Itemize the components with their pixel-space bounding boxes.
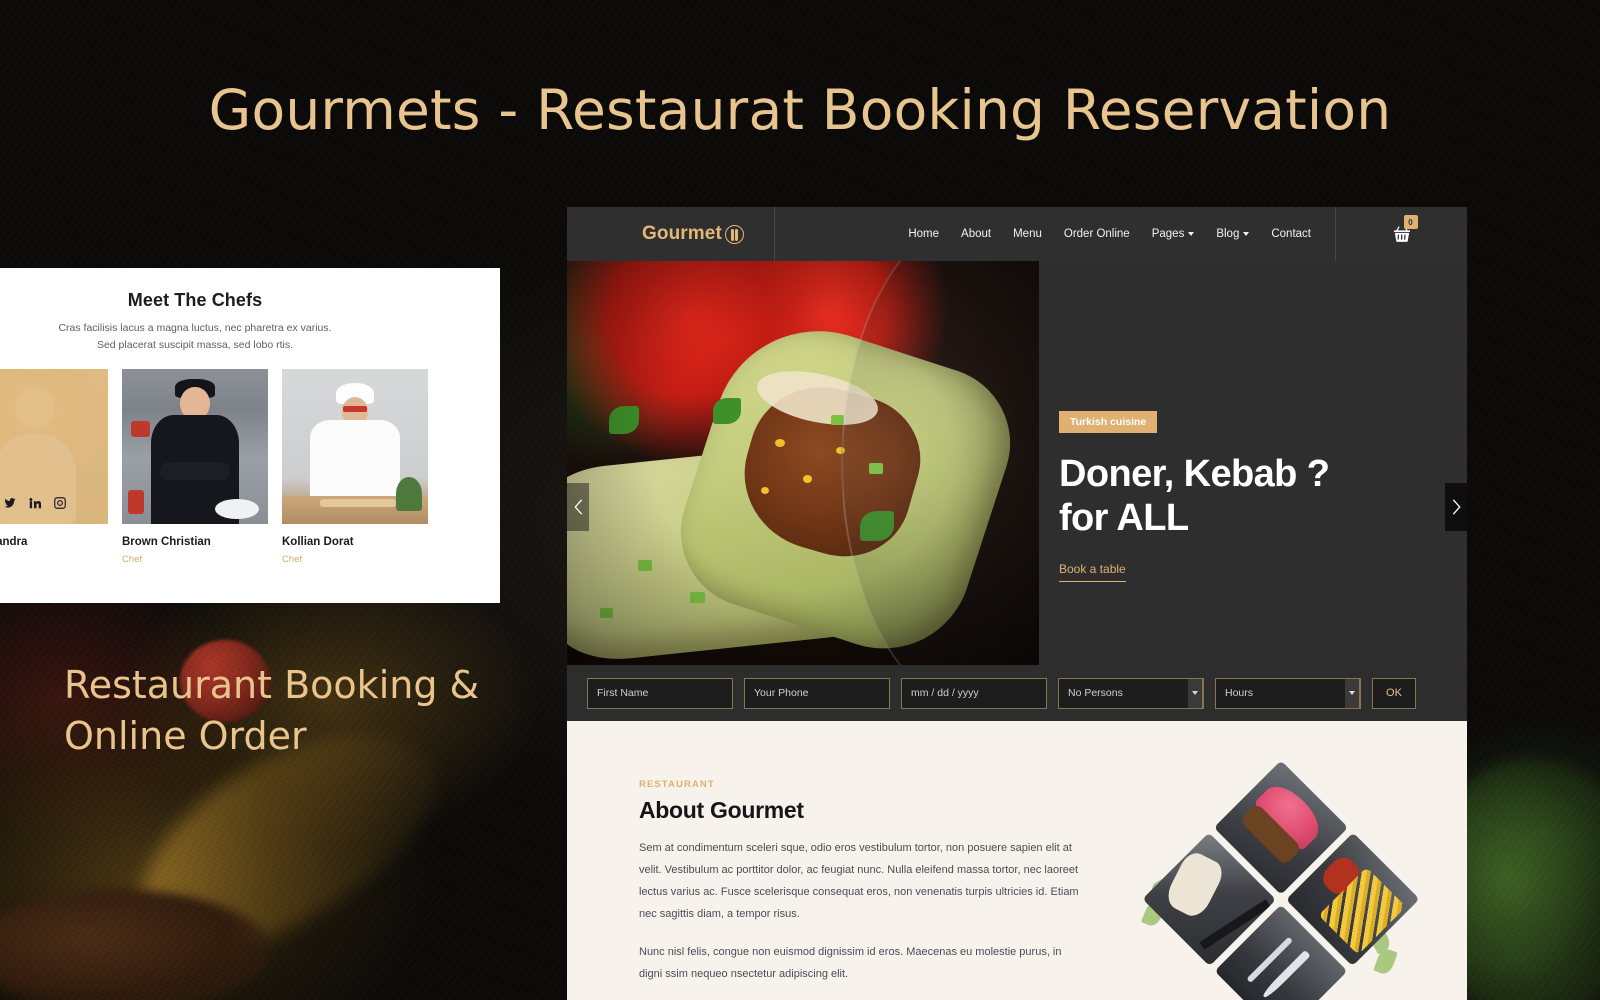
website-mockup: Gourmet Home About Menu Order Online Pag…	[567, 207, 1467, 1000]
promo-subtitle-line1: Restaurant Booking &	[64, 663, 480, 707]
nav-item-label: Home	[908, 228, 940, 240]
hero-content: Turkish cuisine Doner, Kebab ? for ALL B…	[1039, 261, 1467, 665]
chevron-down-icon	[1345, 677, 1360, 709]
slider-next-button[interactable]	[1445, 483, 1467, 531]
hero-heading-line1: Doner, Kebab ?	[1059, 453, 1330, 495]
chef-card[interactable]: Brown Christian Chef	[122, 368, 268, 565]
hours-select[interactable]: Hours	[1215, 677, 1361, 709]
cart-button[interactable]: 0	[1335, 207, 1467, 261]
chevron-down-icon	[1188, 677, 1203, 709]
chefs-grid: d Alexandra Chef Brown Christian Chef Ko…	[0, 368, 500, 565]
about-heading: About Gourmet	[639, 797, 804, 823]
book-a-table-link[interactable]: Book a table	[1059, 562, 1126, 583]
nav-item-about[interactable]: About	[961, 228, 991, 240]
slider-prev-button[interactable]	[567, 483, 589, 531]
chevron-right-icon	[1452, 499, 1461, 515]
chef-portrait-image	[282, 368, 428, 524]
nav-item-label: Blog	[1216, 228, 1240, 240]
nav-item-label: About	[961, 228, 992, 240]
kebab-decoration	[0, 890, 270, 1000]
persons-value: No Persons	[1068, 687, 1123, 699]
about-paragraph-1: Sem at condimentum sceleri sque, odio er…	[639, 842, 1079, 920]
promo-subtitle: Restaurant Booking & Online Order	[64, 660, 479, 763]
linkedin-icon[interactable]	[28, 496, 42, 510]
nav-item-blog[interactable]: Blog	[1216, 228, 1250, 240]
first-name-placeholder: First Name	[597, 687, 649, 699]
hero-slider: Turkish cuisine Doner, Kebab ? for ALL B…	[567, 261, 1467, 665]
chef-role: Chef	[282, 553, 303, 565]
meet-the-chefs-card: Meet The Chefs Cras facilisis lacus a ma…	[0, 268, 500, 603]
nav-item-menu[interactable]: Menu	[1013, 228, 1042, 240]
chef-name: Kollian Dorat	[282, 535, 354, 548]
chef-card[interactable]: d Alexandra Chef	[0, 368, 108, 565]
chevron-down-icon	[1243, 232, 1250, 236]
chef-social-links[interactable]	[0, 496, 108, 510]
phone-placeholder: Your Phone	[754, 687, 809, 699]
site-logo[interactable]: Gourmet	[567, 207, 775, 261]
chef-name: d Alexandra	[0, 535, 28, 548]
about-eyebrow: RESTAURANT	[639, 779, 715, 790]
chef-portrait-image	[122, 368, 268, 524]
twitter-icon[interactable]	[3, 496, 17, 510]
promo-subtitle-line2: Online Order	[64, 714, 307, 759]
hero-food-image	[567, 261, 1039, 665]
nav-item-label: Contact	[1271, 228, 1311, 240]
first-name-input[interactable]: First Name	[587, 677, 733, 709]
about-paragraph-2: Nunc nisl felis, congue non euismod dign…	[639, 946, 1062, 980]
chef-photo[interactable]	[282, 368, 428, 524]
hero-heading: Doner, Kebab ? for ALL	[1059, 453, 1467, 540]
chef-photo[interactable]	[0, 368, 108, 524]
spoon-fork-circle-icon	[724, 224, 744, 244]
date-input[interactable]: mm / dd / yyyy	[901, 677, 1047, 709]
chevron-down-icon	[1188, 232, 1195, 236]
nav-item-pages[interactable]: Pages	[1152, 228, 1195, 240]
nav-item-label: Pages	[1151, 228, 1185, 240]
promo-title: Gourmets - Restaurat Booking Reservation	[208, 78, 1392, 142]
chefs-subtitle: Cras facilisis lacus a magna luctus, nec…	[0, 320, 500, 355]
chefs-subtitle-line1: Cras facilisis lacus a magna luctus, nec…	[58, 322, 332, 334]
hero-heading-line2: for ALL	[1059, 496, 1189, 539]
date-placeholder: mm / dd / yyyy	[911, 687, 979, 699]
nav-item-contact[interactable]: Contact	[1271, 228, 1311, 240]
nav-item-label: Order Online	[1063, 228, 1130, 240]
about-text-column: RESTAURANT About Gourmet Sem at condimen…	[639, 779, 1081, 1000]
nav-item-label: Menu	[1013, 228, 1042, 240]
booking-submit-button[interactable]: OK	[1372, 677, 1416, 709]
chefs-heading: Meet The Chefs	[127, 290, 263, 310]
persons-select[interactable]: No Persons	[1058, 677, 1204, 709]
booking-form: First Name Your Phone mm / dd / yyyy No …	[567, 665, 1467, 721]
phone-input[interactable]: Your Phone	[744, 677, 890, 709]
chef-role: Chef	[0, 554, 108, 565]
about-section: RESTAURANT About Gourmet Sem at condimen…	[567, 721, 1467, 1000]
chevron-left-icon	[573, 499, 582, 515]
chef-photo[interactable]	[122, 368, 268, 524]
nav-item-home[interactable]: Home	[908, 228, 939, 240]
chefs-subtitle-line2: Sed placerat suscipit massa, sed lobo rt…	[96, 339, 294, 352]
hours-value: Hours	[1225, 687, 1254, 699]
hero-badge: Turkish cuisine	[1059, 411, 1158, 433]
instagram-icon[interactable]	[53, 496, 67, 510]
site-navbar: Gourmet Home About Menu Order Online Pag…	[567, 207, 1467, 261]
cart-badge: 0	[1403, 215, 1418, 229]
nav-item-order-online[interactable]: Order Online	[1064, 228, 1130, 240]
chef-role: Chef	[122, 553, 143, 565]
about-image-column	[1081, 760, 1467, 1000]
chef-card[interactable]: Kollian Dorat Chef	[282, 368, 428, 565]
nav-menu: Home About Menu Order Online Pages Blog …	[775, 228, 1335, 240]
logo-text: Gourmet	[642, 223, 722, 244]
chef-name: Brown Christian	[122, 535, 211, 548]
